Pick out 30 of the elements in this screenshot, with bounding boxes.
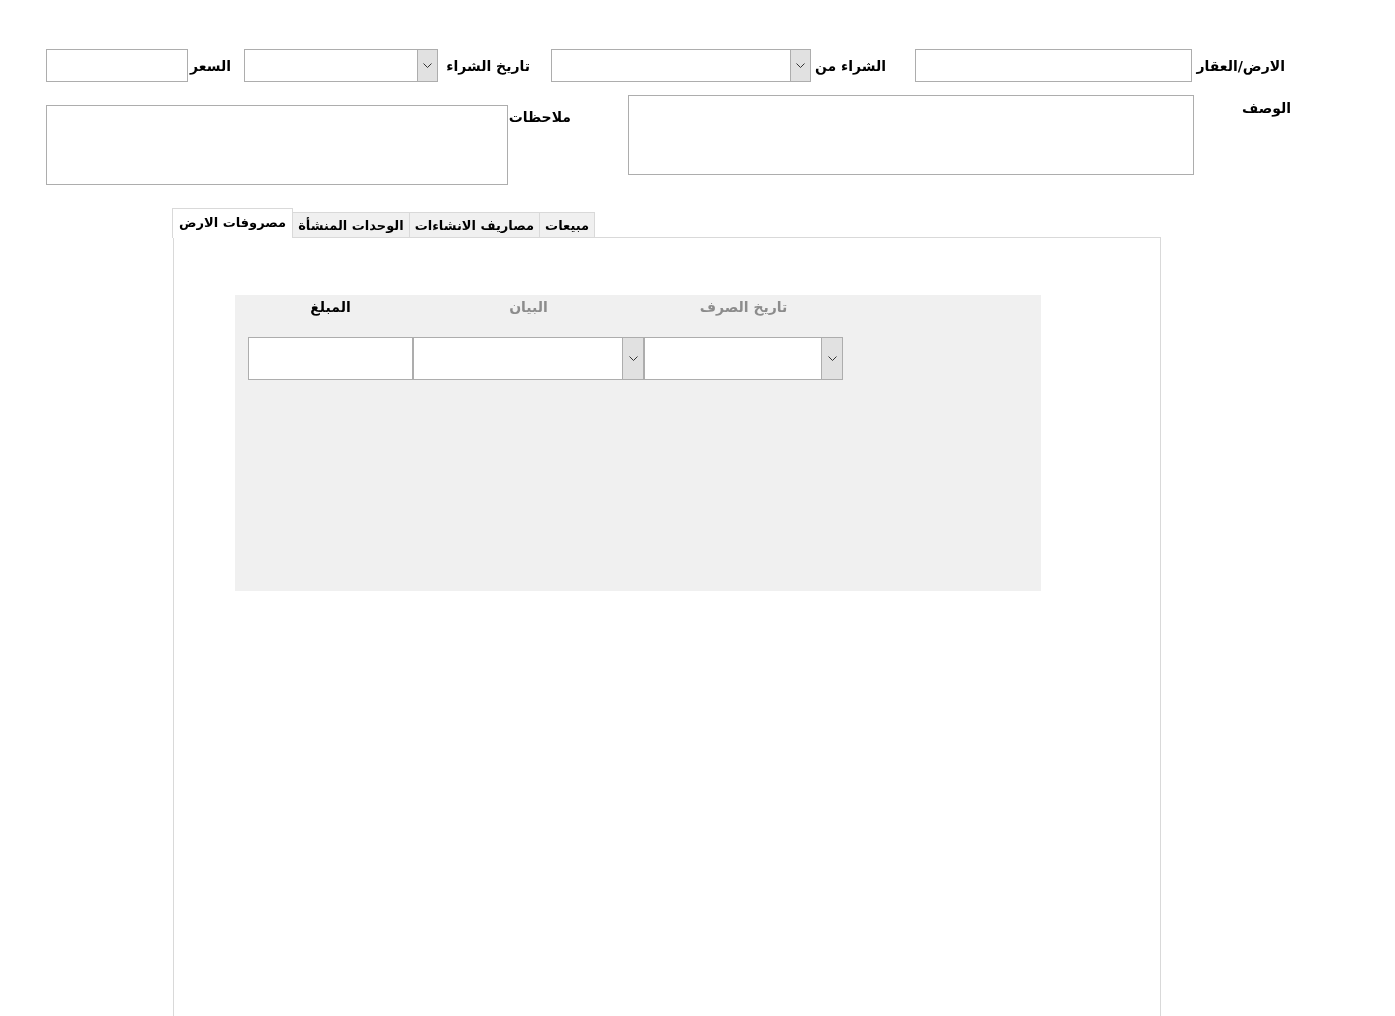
dropdown-button[interactable] — [821, 338, 842, 379]
tab[interactable]: مصاريف الانشاءات — [408, 212, 541, 237]
combo-box[interactable] — [244, 49, 438, 82]
chevron-down-icon — [827, 356, 837, 361]
text-field[interactable] — [46, 49, 188, 82]
field-label: الشراء من — [813, 56, 887, 75]
dropdown-button[interactable] — [417, 50, 437, 81]
chevron-down-icon — [796, 63, 805, 68]
column-header: البيان — [509, 298, 548, 317]
field-label: الارض/العقار — [1195, 56, 1286, 75]
dropdown-button[interactable] — [790, 50, 810, 81]
column-header: المبلغ — [310, 298, 351, 317]
dropdown-button[interactable] — [622, 338, 643, 379]
chevron-down-icon — [423, 63, 432, 68]
column-header: تاريخ الصرف — [699, 298, 788, 317]
tab[interactable]: الوحدات المنشأة — [292, 212, 410, 237]
memo-field[interactable] — [628, 95, 1194, 175]
text-field[interactable] — [248, 337, 413, 380]
combo-box[interactable] — [644, 337, 843, 380]
field-label: ملاحظات — [508, 108, 572, 126]
text-field[interactable] — [915, 49, 1192, 82]
tab[interactable]: مبيعات — [539, 212, 596, 237]
memo-field[interactable] — [46, 105, 508, 185]
field-label: تاريخ الشراء — [445, 56, 531, 75]
field-label: الوصف — [1240, 99, 1292, 117]
combo-box[interactable] — [413, 337, 644, 380]
combo-box[interactable] — [551, 49, 811, 82]
tab[interactable]: مصروفات الارض — [172, 208, 294, 238]
field-label: السعر — [188, 56, 232, 75]
chevron-down-icon — [628, 356, 638, 361]
